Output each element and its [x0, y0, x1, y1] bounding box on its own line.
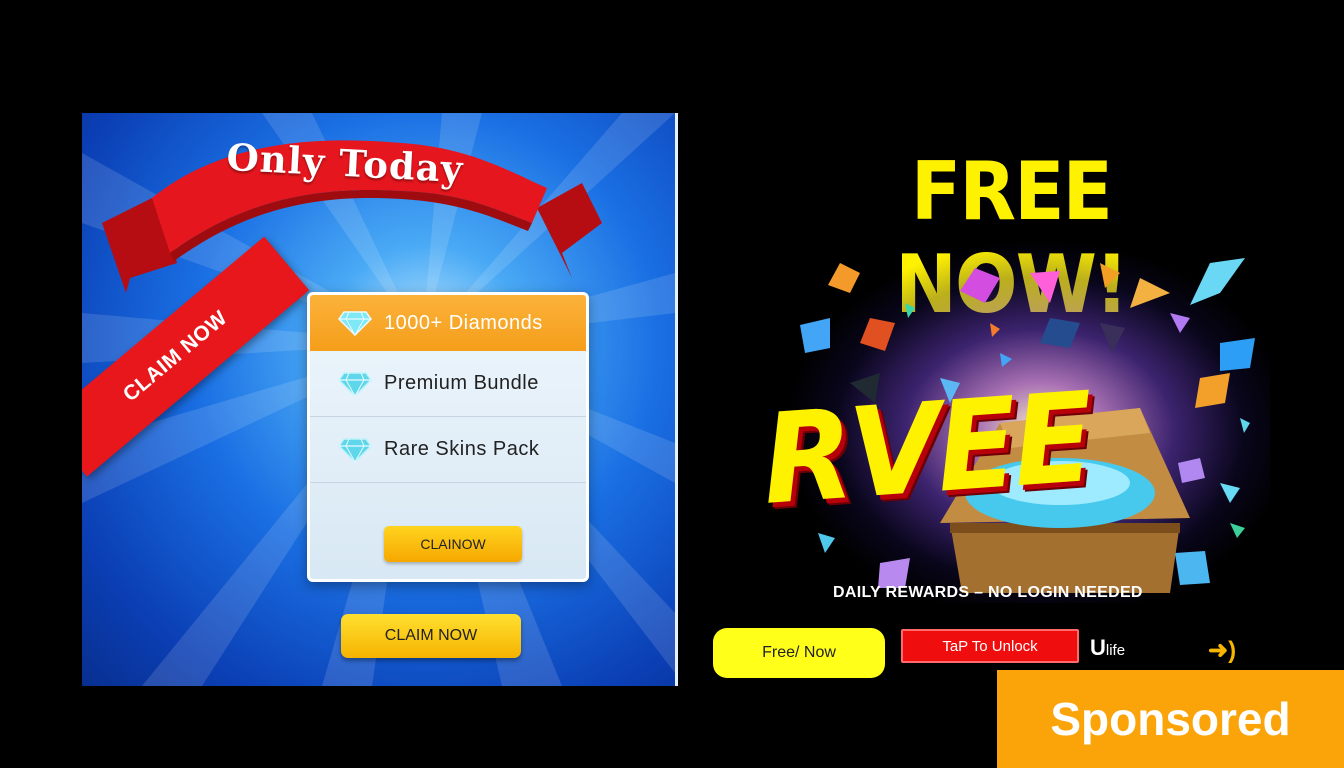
right-ad-banner[interactable]: FREE NOW!	[700, 113, 1300, 713]
diamond-icon	[338, 437, 372, 463]
tap-to-unlock-button[interactable]: TaP To Unlock	[901, 629, 1079, 663]
offer-row-rare-skins[interactable]: Rare Skins Pack	[310, 417, 586, 483]
brand-logo: Ulife	[1090, 635, 1125, 661]
offer-row-premium-bundle[interactable]: Premium Bundle	[310, 351, 586, 417]
promo-subline: DAILY REWARDS – NO LOGIN NEEDED	[833, 584, 1143, 601]
left-ad-banner[interactable]: Only Today CLAIM NOW 1000+ Diamonds Prem…	[82, 113, 678, 686]
offer-label: 1000+ Diamonds	[384, 311, 543, 334]
sponsored-badge: Sponsored	[997, 670, 1344, 768]
diamond-icon	[338, 311, 372, 336]
card-claim-button[interactable]: CLAINOW	[384, 526, 522, 562]
promo-big-word: RVEE	[757, 366, 1095, 533]
offer-label: Rare Skins Pack	[384, 438, 540, 460]
claim-now-button[interactable]: CLAIM NOW	[341, 614, 521, 658]
brand-logo-main: U	[1090, 635, 1106, 660]
offer-label: Premium Bundle	[384, 372, 539, 394]
offer-row-diamonds[interactable]: 1000+ Diamonds	[310, 295, 586, 351]
brand-logo-sub: life	[1105, 642, 1126, 659]
diamond-icon	[338, 371, 372, 397]
offer-card: 1000+ Diamonds Premium Bundle Rare Skins…	[307, 292, 589, 582]
free-now-button[interactable]: Free/ Now	[713, 628, 885, 678]
arrow-icon[interactable]: ➜)	[1208, 636, 1236, 665]
sponsored-label: Sponsored	[1050, 693, 1291, 745]
